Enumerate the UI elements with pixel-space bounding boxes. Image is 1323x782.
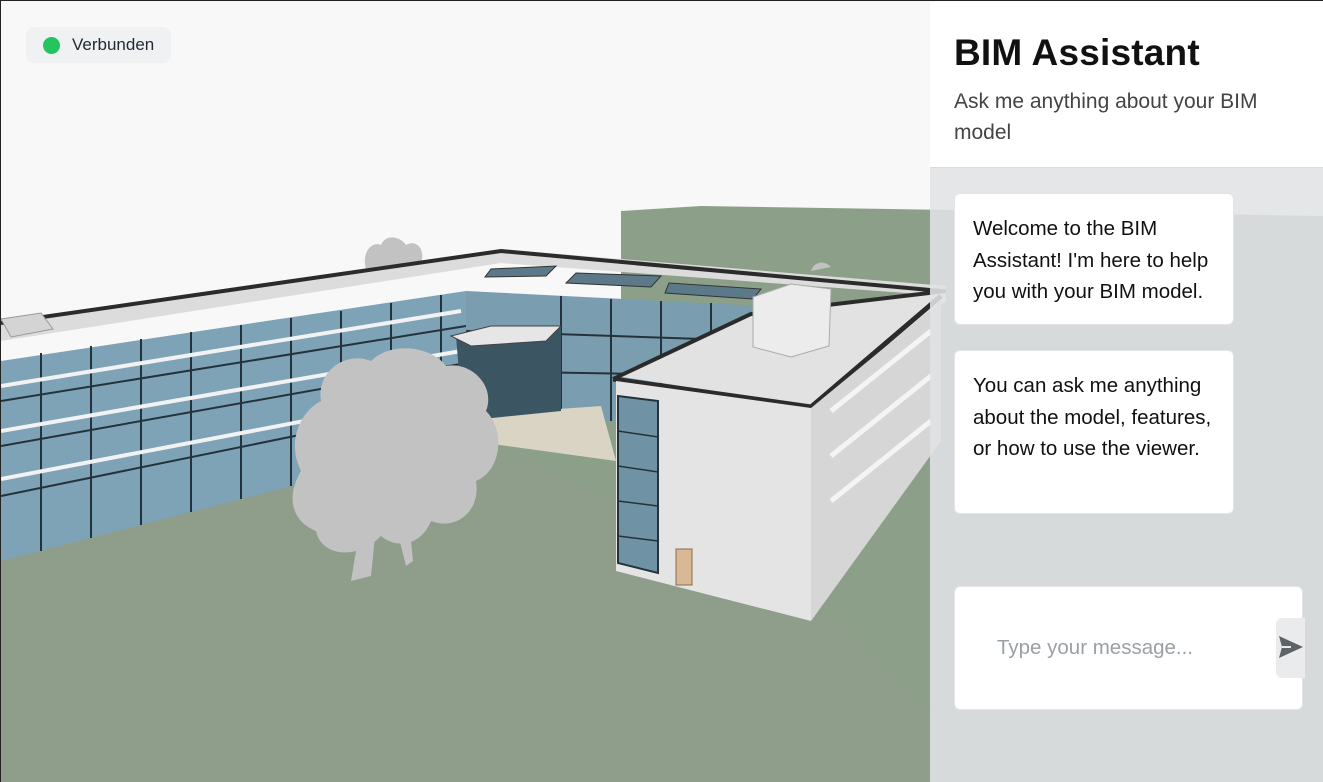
status-label: Verbunden — [72, 35, 155, 54]
status-indicator-icon — [43, 36, 60, 54]
assistant-message: Welcome to the BIM Assistant! I'm here t… — [954, 193, 1234, 325]
connection-status: Verbunden — [26, 27, 172, 63]
panel-header: BIM Assistant Ask me anything about your… — [930, 2, 1323, 168]
assistant-message: You can ask me anything about the model,… — [954, 350, 1234, 514]
skylight-2 — [564, 272, 663, 288]
send-icon — [1277, 634, 1305, 663]
message-composer — [954, 586, 1305, 710]
door — [675, 548, 693, 586]
panel-subtitle: Ask me anything about your BIM model — [954, 90, 1258, 144]
assistant-panel: BIM Assistant Ask me anything about your… — [930, 2, 1323, 782]
panel-title: BIM Assistant — [954, 32, 1200, 73]
rooftop-unit — [752, 283, 832, 358]
message-input[interactable] — [975, 627, 1225, 669]
chat-area[interactable]: Welcome to the BIM Assistant! I'm here t… — [930, 168, 1323, 782]
send-button[interactable] — [1276, 618, 1305, 678]
stair-glazing — [617, 394, 659, 575]
skylight-1 — [483, 265, 558, 278]
